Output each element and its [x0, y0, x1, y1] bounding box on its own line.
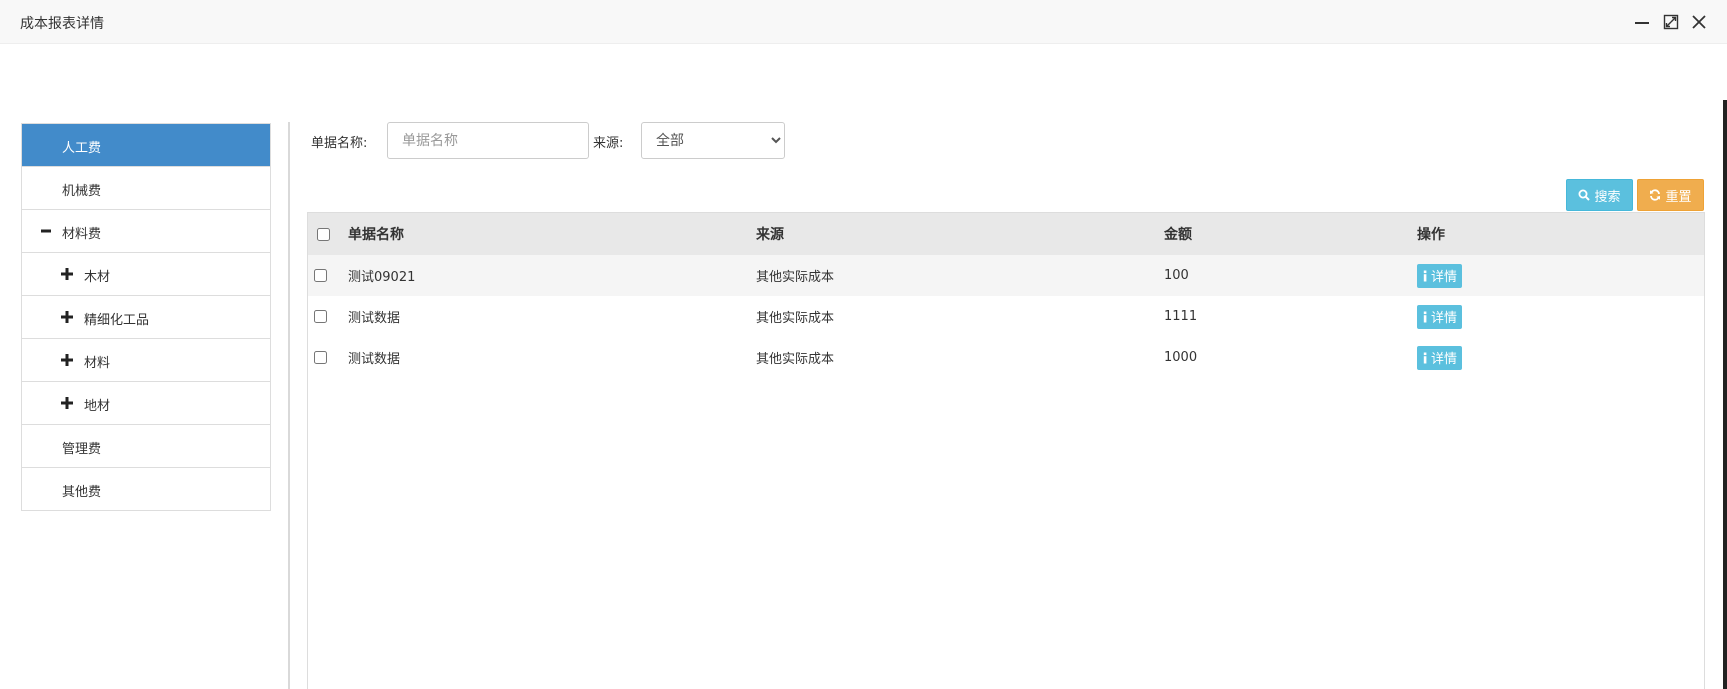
tree-item[interactable]: 机械费 — [22, 167, 270, 210]
column-header-amount: 金额 — [1164, 227, 1192, 243]
tree-item-label: 其他费 — [62, 485, 102, 500]
info-icon — [1423, 352, 1427, 363]
search-icon — [1578, 189, 1591, 201]
window-edge — [1723, 100, 1727, 689]
table-row: 测试数据 其他实际成本 1000 详情 — [308, 337, 1704, 378]
expand-plus-icon[interactable] — [60, 310, 74, 324]
cell-source: 其他实际成本 — [756, 311, 835, 326]
tree-item-label: 地材 — [84, 399, 111, 414]
tree-item[interactable]: 管理费 — [22, 425, 270, 468]
expand-plus-icon[interactable] — [60, 396, 74, 410]
tree-item[interactable]: 木材 — [22, 253, 270, 296]
expand-plus-icon[interactable] — [60, 353, 74, 367]
tree-item[interactable]: 地材 — [22, 382, 270, 425]
reset-button-label: 重置 — [1665, 189, 1692, 205]
tree-item[interactable]: 人工费 — [22, 124, 270, 167]
tree-item-label: 材料费 — [62, 227, 102, 242]
panel-divider — [288, 122, 290, 689]
reset-button[interactable]: 重置 — [1637, 179, 1704, 211]
cell-source: 其他实际成本 — [756, 352, 835, 367]
minimize-icon[interactable] — [1632, 12, 1652, 32]
row-checkbox[interactable] — [314, 269, 327, 282]
tree-item-label: 精细化工品 — [84, 313, 150, 328]
name-search-input[interactable] — [387, 122, 589, 159]
detail-button-label: 详情 — [1431, 270, 1458, 285]
detail-button-label: 详情 — [1431, 311, 1458, 326]
row-checkbox[interactable] — [314, 351, 327, 364]
tree-item-label: 管理费 — [62, 442, 102, 457]
search-button[interactable]: 搜索 — [1566, 179, 1633, 211]
maximize-icon[interactable] — [1661, 12, 1681, 32]
close-icon[interactable] — [1689, 12, 1709, 32]
tree-item[interactable]: 材料 — [22, 339, 270, 382]
detail-button[interactable]: 详情 — [1417, 345, 1463, 370]
cell-amount: 1111 — [1164, 309, 1198, 324]
tree-item[interactable]: 其他费 — [22, 468, 270, 511]
info-icon — [1423, 311, 1427, 322]
cell-name: 测试数据 — [348, 311, 401, 326]
info-icon — [1423, 270, 1427, 281]
detail-button[interactable]: 详情 — [1417, 304, 1463, 329]
column-header-name: 单据名称 — [348, 227, 404, 243]
tree-item-label: 人工费 — [62, 141, 102, 156]
search-button-label: 搜索 — [1594, 189, 1621, 205]
select-all-checkbox[interactable] — [317, 227, 330, 241]
cell-name: 测试09021 — [348, 270, 416, 285]
window-titlebar: 成本报表详情 — [0, 0, 1727, 44]
cell-name: 测试数据 — [348, 352, 401, 367]
tree-item-label: 机械费 — [62, 184, 102, 199]
name-filter-label: 单据名称: — [311, 136, 368, 151]
tree-item[interactable]: 材料费 — [22, 210, 270, 253]
category-tree: 人工费机械费材料费木材精细化工品材料地材管理费其他费 — [21, 123, 271, 511]
cell-source: 其他实际成本 — [756, 270, 835, 285]
window-title: 成本报表详情 — [20, 16, 104, 32]
source-select[interactable]: 全部 — [641, 122, 785, 159]
collapse-minus-icon[interactable] — [39, 224, 53, 238]
column-header-action: 操作 — [1417, 227, 1445, 243]
cell-amount: 1000 — [1164, 350, 1198, 365]
cell-amount: 100 — [1164, 268, 1189, 283]
row-checkbox[interactable] — [314, 310, 327, 323]
source-filter-label: 来源: — [593, 136, 624, 151]
column-header-source: 来源 — [756, 227, 784, 243]
results-table: 单据名称 来源 金额 操作 测试09021 其他实际成本 100 详情 测试数据 其他实际… — [307, 212, 1705, 689]
table-row: 测试09021 其他实际成本 100 详情 — [308, 255, 1704, 296]
detail-button-label: 详情 — [1431, 352, 1458, 367]
refresh-icon — [1650, 189, 1661, 201]
tree-item-label: 木材 — [84, 270, 111, 285]
detail-button[interactable]: 详情 — [1417, 263, 1463, 288]
tree-item-label: 材料 — [84, 356, 111, 371]
table-header-row: 单据名称 来源 金额 操作 — [308, 213, 1704, 255]
tree-item[interactable]: 精细化工品 — [22, 296, 270, 339]
table-row: 测试数据 其他实际成本 1111 详情 — [308, 296, 1704, 337]
expand-plus-icon[interactable] — [60, 267, 74, 281]
